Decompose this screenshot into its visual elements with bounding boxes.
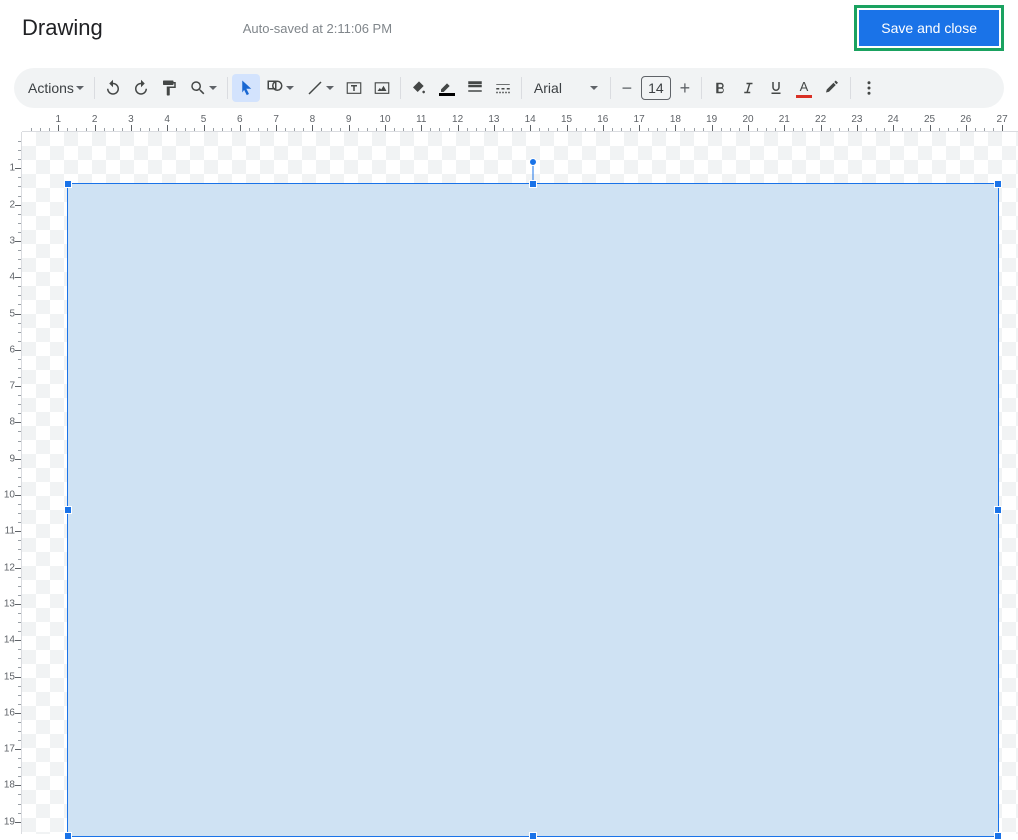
separator bbox=[610, 77, 611, 99]
line-icon bbox=[306, 79, 324, 97]
increase-font-size-button[interactable]: + bbox=[673, 74, 697, 102]
save-and-close-button[interactable]: Save and close bbox=[859, 10, 999, 46]
image-button[interactable] bbox=[368, 74, 396, 102]
undo-icon bbox=[104, 79, 122, 97]
save-button-highlight: Save and close bbox=[854, 5, 1004, 51]
cursor-icon bbox=[237, 79, 255, 97]
pencil-icon bbox=[439, 80, 455, 92]
line-dash-icon bbox=[494, 79, 512, 97]
italic-icon bbox=[739, 79, 757, 97]
border-dash-button[interactable] bbox=[489, 74, 517, 102]
canvas-area: 1234567891011121314151617181920212223242… bbox=[0, 114, 1018, 834]
separator bbox=[850, 77, 851, 99]
bold-icon bbox=[711, 79, 729, 97]
line-weight-icon bbox=[466, 79, 484, 97]
fill-color-button[interactable] bbox=[405, 74, 433, 102]
border-color-swatch bbox=[439, 93, 455, 96]
line-tool-button[interactable] bbox=[300, 74, 340, 102]
toolbar: Actions bbox=[14, 68, 1004, 108]
select-tool-button[interactable] bbox=[232, 74, 260, 102]
text-color-swatch bbox=[796, 95, 812, 98]
resize-handle-tr[interactable] bbox=[994, 180, 1002, 188]
border-weight-button[interactable] bbox=[461, 74, 489, 102]
font-family-select[interactable]: Arial bbox=[526, 80, 606, 96]
horizontal-ruler: 1234567891011121314151617181920212223242… bbox=[22, 114, 1018, 132]
autosave-status: Auto-saved at 2:11:06 PM bbox=[243, 21, 392, 36]
paint-roller-icon bbox=[160, 79, 178, 97]
highlighter-icon bbox=[823, 79, 841, 97]
more-options-button[interactable] bbox=[855, 74, 883, 102]
decrease-font-size-button[interactable]: − bbox=[615, 74, 639, 102]
paint-bucket-icon bbox=[411, 80, 427, 96]
border-color-button[interactable] bbox=[433, 74, 461, 102]
resize-handle-br[interactable] bbox=[994, 832, 1002, 840]
zoom-button[interactable] bbox=[183, 74, 223, 102]
caret-down-icon bbox=[209, 86, 217, 90]
resize-handle-ml[interactable] bbox=[64, 506, 72, 514]
dialog-title: Drawing bbox=[22, 15, 103, 41]
zoom-icon bbox=[189, 79, 207, 97]
italic-button[interactable] bbox=[734, 74, 762, 102]
more-vertical-icon bbox=[860, 79, 878, 97]
shape-tool-button[interactable] bbox=[260, 74, 300, 102]
caret-down-icon bbox=[286, 86, 294, 90]
actions-menu[interactable]: Actions bbox=[22, 74, 90, 102]
resize-handle-tl[interactable] bbox=[64, 180, 72, 188]
bold-button[interactable] bbox=[706, 74, 734, 102]
underline-icon bbox=[767, 79, 785, 97]
selected-rectangle-shape[interactable] bbox=[67, 183, 999, 837]
separator bbox=[227, 77, 228, 99]
resize-handle-bm[interactable] bbox=[529, 832, 537, 840]
separator bbox=[521, 77, 522, 99]
drawing-canvas[interactable] bbox=[22, 132, 1018, 834]
shapes-icon bbox=[266, 79, 284, 97]
paint-format-button[interactable] bbox=[155, 74, 183, 102]
text-color-button[interactable]: A bbox=[790, 74, 818, 102]
underline-button[interactable] bbox=[762, 74, 790, 102]
image-icon bbox=[373, 79, 391, 97]
text-color-a-icon: A bbox=[800, 79, 809, 94]
textbox-icon bbox=[345, 79, 363, 97]
vertical-ruler: 12345678910111213141516171819 bbox=[0, 132, 22, 834]
caret-down-icon bbox=[76, 86, 84, 90]
redo-icon bbox=[132, 79, 150, 97]
resize-handle-mr[interactable] bbox=[994, 506, 1002, 514]
separator bbox=[400, 77, 401, 99]
separator bbox=[701, 77, 702, 99]
separator bbox=[94, 77, 95, 99]
actions-label: Actions bbox=[28, 80, 74, 96]
resize-handle-tm[interactable] bbox=[529, 180, 537, 188]
redo-button[interactable] bbox=[127, 74, 155, 102]
undo-button[interactable] bbox=[99, 74, 127, 102]
font-size-input[interactable] bbox=[641, 76, 671, 100]
rotation-handle[interactable] bbox=[529, 158, 537, 166]
caret-down-icon bbox=[326, 86, 334, 90]
highlight-color-button[interactable] bbox=[818, 74, 846, 102]
textbox-button[interactable] bbox=[340, 74, 368, 102]
resize-handle-bl[interactable] bbox=[64, 832, 72, 840]
caret-down-icon bbox=[590, 86, 598, 90]
font-name-label: Arial bbox=[534, 80, 562, 96]
